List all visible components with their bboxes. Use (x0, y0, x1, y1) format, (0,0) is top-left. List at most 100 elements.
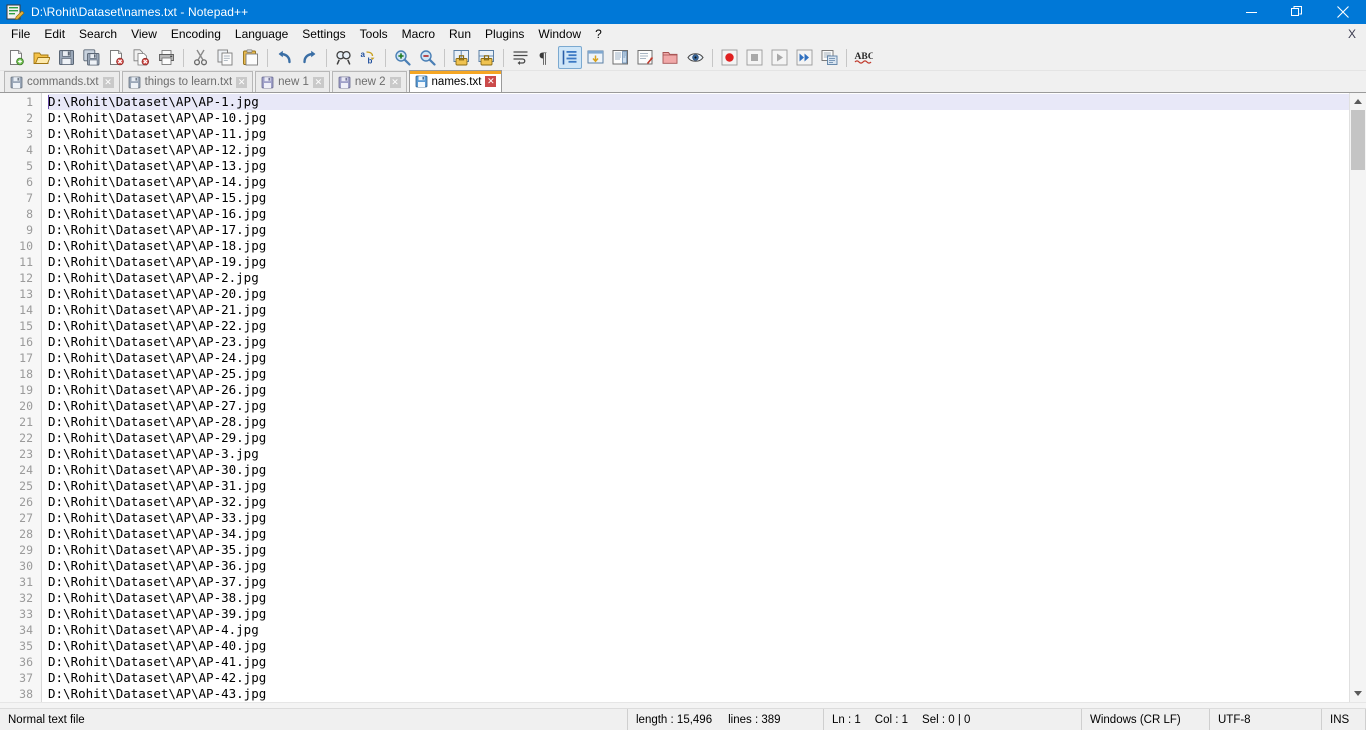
code-line[interactable]: D:\Rohit\Dataset\AP\AP-32.jpg (48, 494, 1349, 510)
run-macro-multiple-icon[interactable] (792, 46, 816, 69)
code-line[interactable]: D:\Rohit\Dataset\AP\AP-39.jpg (48, 606, 1349, 622)
code-line[interactable]: D:\Rohit\Dataset\AP\AP-33.jpg (48, 510, 1349, 526)
code-line[interactable]: D:\Rohit\Dataset\AP\AP-4.jpg (48, 622, 1349, 638)
tab-new-1[interactable]: new 1 ✕ (255, 71, 330, 92)
stop-macro-icon[interactable] (742, 46, 766, 69)
zoom-out-icon[interactable] (415, 46, 439, 69)
redo-icon[interactable] (297, 46, 321, 69)
close-document-button[interactable]: X (1338, 25, 1366, 44)
code-line[interactable]: D:\Rohit\Dataset\AP\AP-36.jpg (48, 558, 1349, 574)
code-line[interactable]: D:\Rohit\Dataset\AP\AP-1.jpg (48, 94, 1349, 110)
code-line[interactable]: D:\Rohit\Dataset\AP\AP-2.jpg (48, 270, 1349, 286)
new-file-icon[interactable] (4, 46, 28, 69)
menu-item-window[interactable]: Window (531, 25, 588, 45)
menu-item-plugins[interactable]: Plugins (478, 25, 531, 45)
save-all-icon[interactable] (79, 46, 103, 69)
show-all-characters-icon[interactable]: ¶ (533, 46, 557, 69)
code-line[interactable]: D:\Rohit\Dataset\AP\AP-31.jpg (48, 478, 1349, 494)
close-file-icon[interactable] (104, 46, 128, 69)
sync-vertical-scroll-icon[interactable] (449, 46, 473, 69)
code-line[interactable]: D:\Rohit\Dataset\AP\AP-42.jpg (48, 670, 1349, 686)
menu-item-tools[interactable]: Tools (353, 25, 395, 45)
replace-icon[interactable]: a b (356, 46, 380, 69)
code-line[interactable]: D:\Rohit\Dataset\AP\AP-11.jpg (48, 126, 1349, 142)
scroll-down-button[interactable] (1350, 685, 1366, 702)
menu-item-edit[interactable]: Edit (37, 25, 72, 45)
close-all-files-icon[interactable] (129, 46, 153, 69)
code-line[interactable]: D:\Rohit\Dataset\AP\AP-20.jpg (48, 286, 1349, 302)
tab-new-2[interactable]: new 2 ✕ (331, 71, 407, 92)
menu-item-file[interactable]: File (4, 25, 37, 45)
record-macro-icon[interactable] (717, 46, 741, 69)
code-line[interactable]: D:\Rohit\Dataset\AP\AP-13.jpg (48, 158, 1349, 174)
tab-things-to-learn-txt[interactable]: things to learn.txt ✕ (121, 71, 254, 92)
spell-check-icon[interactable]: ABC (851, 46, 875, 69)
restore-button[interactable] (1274, 0, 1320, 24)
tab-close-icon[interactable]: ✕ (236, 76, 248, 88)
open-file-icon[interactable] (29, 46, 53, 69)
menu-item-encoding[interactable]: Encoding (164, 25, 228, 45)
text-editor[interactable]: 1 2 3 4 5 6 7 8 9 10 11 12 13 14 15 16 17 18 19 20 21 22 23 24 2… (0, 93, 1349, 702)
code-line[interactable]: D:\Rohit\Dataset\AP\AP-40.jpg (48, 638, 1349, 654)
code-line[interactable]: D:\Rohit\Dataset\AP\AP-41.jpg (48, 654, 1349, 670)
close-button[interactable] (1320, 0, 1366, 24)
code-line[interactable]: D:\Rohit\Dataset\AP\AP-38.jpg (48, 590, 1349, 606)
save-icon[interactable] (54, 46, 78, 69)
menu-item-help[interactable]: ? (588, 25, 609, 45)
code-line[interactable]: D:\Rohit\Dataset\AP\AP-10.jpg (48, 110, 1349, 126)
code-line[interactable]: D:\Rohit\Dataset\AP\AP-3.jpg (48, 446, 1349, 462)
scroll-track[interactable] (1350, 110, 1366, 685)
tab-close-icon[interactable]: ✕ (102, 76, 114, 88)
tab-close-icon[interactable]: ✕ (312, 76, 324, 88)
menu-item-settings[interactable]: Settings (295, 25, 352, 45)
code-line[interactable]: D:\Rohit\Dataset\AP\AP-12.jpg (48, 142, 1349, 158)
code-line[interactable]: D:\Rohit\Dataset\AP\AP-17.jpg (48, 222, 1349, 238)
code-line[interactable]: D:\Rohit\Dataset\AP\AP-43.jpg (48, 686, 1349, 702)
paste-icon[interactable] (238, 46, 262, 69)
menu-item-view[interactable]: View (124, 25, 164, 45)
word-wrap-icon[interactable] (508, 46, 532, 69)
code-line[interactable]: D:\Rohit\Dataset\AP\AP-25.jpg (48, 366, 1349, 382)
code-line[interactable]: D:\Rohit\Dataset\AP\AP-19.jpg (48, 254, 1349, 270)
code-line[interactable]: D:\Rohit\Dataset\AP\AP-35.jpg (48, 542, 1349, 558)
find-icon[interactable] (331, 46, 355, 69)
code-line[interactable]: D:\Rohit\Dataset\AP\AP-24.jpg (48, 350, 1349, 366)
code-line[interactable]: D:\Rohit\Dataset\AP\AP-22.jpg (48, 318, 1349, 334)
code-line[interactable]: D:\Rohit\Dataset\AP\AP-18.jpg (48, 238, 1349, 254)
copy-icon[interactable] (213, 46, 237, 69)
monitoring-eye-icon[interactable] (683, 46, 707, 69)
status-encoding[interactable]: UTF-8 (1210, 708, 1322, 730)
minimize-button[interactable] (1228, 0, 1274, 24)
document-map-icon[interactable] (608, 46, 632, 69)
code-line[interactable]: D:\Rohit\Dataset\AP\AP-26.jpg (48, 382, 1349, 398)
status-insert-mode[interactable]: INS (1322, 708, 1366, 730)
code-line[interactable]: D:\Rohit\Dataset\AP\AP-23.jpg (48, 334, 1349, 350)
save-macro-icon[interactable] (817, 46, 841, 69)
zoom-in-icon[interactable] (390, 46, 414, 69)
code-line[interactable]: D:\Rohit\Dataset\AP\AP-30.jpg (48, 462, 1349, 478)
cut-icon[interactable] (188, 46, 212, 69)
code-line[interactable]: D:\Rohit\Dataset\AP\AP-16.jpg (48, 206, 1349, 222)
print-icon[interactable] (154, 46, 178, 69)
scroll-up-button[interactable] (1350, 93, 1366, 110)
menu-item-language[interactable]: Language (228, 25, 295, 45)
scroll-thumb[interactable] (1351, 110, 1365, 170)
status-eol-format[interactable]: Windows (CR LF) (1082, 708, 1210, 730)
menu-item-run[interactable]: Run (442, 25, 478, 45)
play-macro-icon[interactable] (767, 46, 791, 69)
code-line[interactable]: D:\Rohit\Dataset\AP\AP-28.jpg (48, 414, 1349, 430)
code-line[interactable]: D:\Rohit\Dataset\AP\AP-27.jpg (48, 398, 1349, 414)
tab-close-icon[interactable]: ✕ (485, 76, 497, 87)
tab-commands-txt[interactable]: commands.txt ✕ (4, 71, 120, 92)
folder-as-workspace-icon[interactable] (658, 46, 682, 69)
vertical-scrollbar[interactable] (1349, 93, 1366, 702)
tab-close-icon[interactable]: ✕ (389, 76, 401, 88)
sync-horizontal-scroll-icon[interactable] (474, 46, 498, 69)
code-line[interactable]: D:\Rohit\Dataset\AP\AP-34.jpg (48, 526, 1349, 542)
indent-guideline-icon[interactable] (558, 46, 582, 69)
tab-names-txt[interactable]: names.txt ✕ (408, 70, 503, 92)
user-defined-dialog-icon[interactable] (583, 46, 607, 69)
code-line[interactable]: D:\Rohit\Dataset\AP\AP-21.jpg (48, 302, 1349, 318)
function-list-icon[interactable] (633, 46, 657, 69)
undo-icon[interactable] (272, 46, 296, 69)
